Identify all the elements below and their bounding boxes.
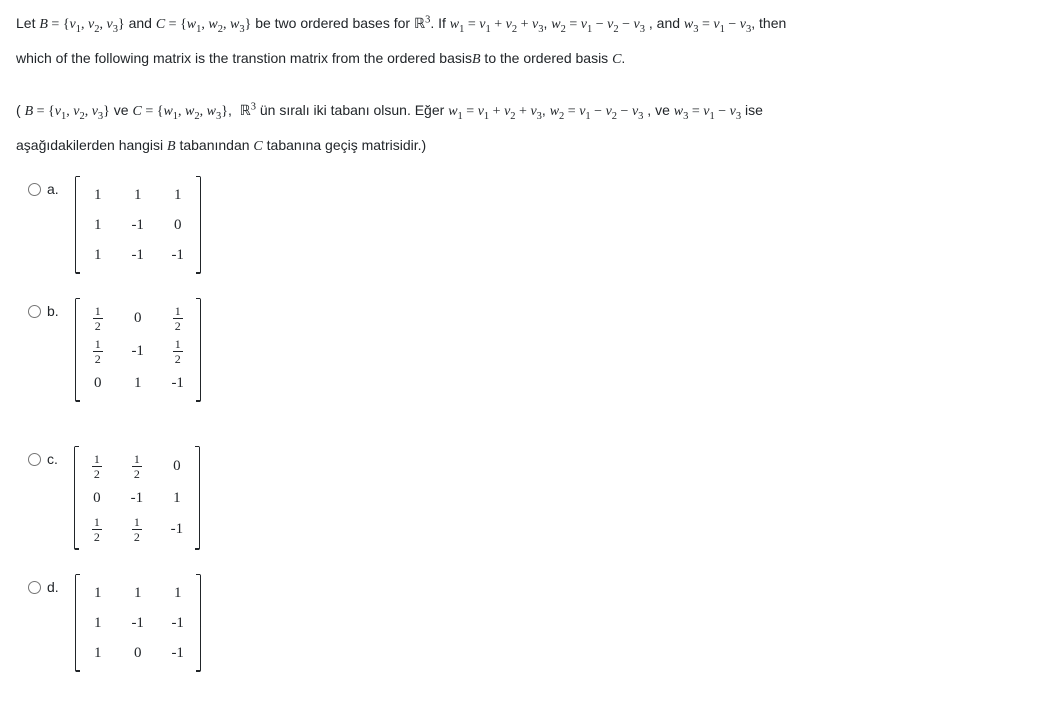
radio-b[interactable]: [28, 305, 41, 318]
matrix-c: 12 12 0 0 -1 1 12 12 -1: [74, 446, 200, 550]
radio-d[interactable]: [28, 581, 41, 594]
options-list: a. 111 1-10 1-1-1 b. 12 0: [16, 176, 1030, 672]
question-en-line2: which of the following matrix is the tra…: [16, 47, 1030, 71]
radio-a[interactable]: [28, 183, 41, 196]
option-label: b.: [47, 300, 59, 322]
option-b[interactable]: b. 12 0 12 12 -1 12 0 1: [28, 298, 1030, 402]
question-text: Let B = {v1, v2, v3} and C = {w1, w2, w3…: [16, 12, 1030, 158]
question-tr-line1: ( B = {v1, v2, v3} ve C = {w1, w2, w3}, …: [16, 99, 1030, 126]
matrix-d: 111 1-1-1 10-1: [75, 574, 201, 672]
radio-c[interactable]: [28, 453, 41, 466]
option-c[interactable]: c. 12 12 0 0 -1 1 12 12: [28, 446, 1030, 550]
question-en-line1: Let B = {v1, v2, v3} and C = {w1, w2, w3…: [16, 12, 1030, 39]
option-label: c.: [47, 448, 58, 470]
option-label: a.: [47, 178, 59, 200]
option-d[interactable]: d. 111 1-1-1 10-1: [28, 574, 1030, 672]
matrix-b: 12 0 12 12 -1 12 0 1 -1: [75, 298, 201, 402]
option-a[interactable]: a. 111 1-10 1-1-1: [28, 176, 1030, 274]
question-tr-line2: aşağıdakilerden hangisi B tabanından C t…: [16, 134, 1030, 158]
matrix-a: 111 1-10 1-1-1: [75, 176, 201, 274]
option-label: d.: [47, 576, 59, 598]
